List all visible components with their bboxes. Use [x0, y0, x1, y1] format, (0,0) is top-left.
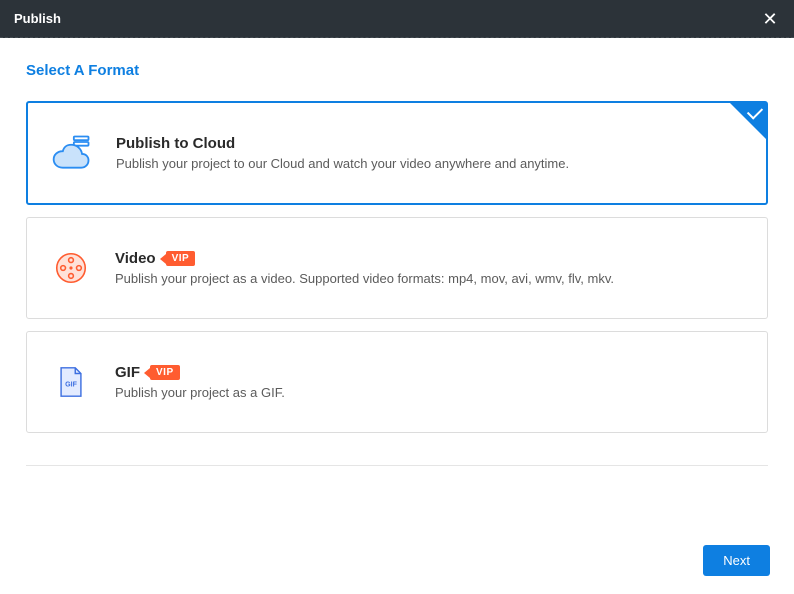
option-desc: Publish your project as a video. Support…	[115, 271, 745, 286]
divider	[26, 465, 768, 466]
selected-check-icon	[730, 103, 766, 139]
page-title: Select A Format	[26, 62, 768, 79]
option-title-label: Publish to Cloud	[116, 135, 235, 152]
option-desc: Publish your project as a GIF.	[115, 385, 745, 400]
option-desc: Publish your project to our Cloud and wa…	[116, 156, 744, 171]
close-icon[interactable]: ✕	[760, 10, 780, 28]
cloud-upload-icon	[50, 131, 94, 175]
window-title: Publish	[14, 11, 61, 26]
option-title-label: GIF	[115, 364, 140, 381]
option-publish-cloud[interactable]: Publish to Cloud Publish your project to…	[26, 101, 768, 205]
option-title-label: Video	[115, 250, 156, 267]
content-area: Select A Format Publish to Cloud Publish…	[0, 38, 794, 466]
vip-badge: VIP	[150, 365, 180, 380]
titlebar: Publish ✕	[0, 0, 794, 38]
vip-badge: VIP	[166, 251, 196, 266]
option-text: Publish to Cloud Publish your project to…	[116, 135, 744, 171]
next-button[interactable]: Next	[703, 545, 770, 576]
option-text: GIF VIP Publish your project as a GIF.	[115, 364, 745, 400]
film-reel-icon	[49, 246, 93, 290]
option-gif[interactable]: GIF GIF VIP Publish your project as a GI…	[26, 331, 768, 433]
footer: Next	[0, 527, 794, 594]
option-video[interactable]: Video VIP Publish your project as a vide…	[26, 217, 768, 319]
gif-icon-text: GIF	[65, 380, 77, 388]
gif-file-icon: GIF	[49, 360, 93, 404]
option-text: Video VIP Publish your project as a vide…	[115, 250, 745, 286]
